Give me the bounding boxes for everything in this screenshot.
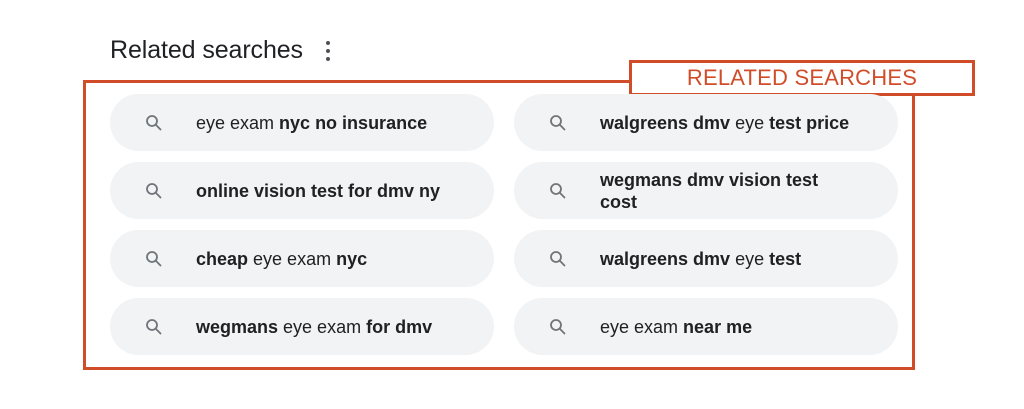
related-searches-header: Related searches (110, 36, 331, 65)
related-search-text: wegmans eye exam for dmv (196, 316, 433, 337)
search-icon (549, 318, 567, 336)
related-search-chip[interactable]: online vision test for dmv ny (110, 162, 494, 219)
related-search-text: walgreens dmv eye test price (600, 112, 850, 133)
related-search-text: walgreens dmv eye test (600, 248, 802, 269)
related-search-text: eye exam near me (600, 316, 753, 337)
search-icon (145, 114, 163, 132)
search-icon (145, 182, 163, 200)
search-icon (549, 250, 567, 268)
related-search-chip[interactable]: walgreens dmv eye test price (514, 94, 898, 151)
section-title: Related searches (110, 36, 303, 64)
search-icon (145, 250, 163, 268)
related-search-chip[interactable]: eye exam nyc no insurance (110, 94, 494, 151)
related-search-chip[interactable]: cheap eye exam nyc (110, 230, 494, 287)
search-icon (145, 318, 163, 336)
related-search-chip[interactable]: walgreens dmv eye test (514, 230, 898, 287)
annotation-label: RELATED SEARCHES (629, 60, 975, 96)
search-icon (549, 182, 567, 200)
related-searches-page: Related searches RELATED SEARCHES eye ex… (0, 0, 1024, 409)
related-search-text: cheap eye exam nyc (196, 248, 368, 269)
more-vert-icon[interactable] (325, 40, 331, 61)
related-search-chip[interactable]: eye exam near me (514, 298, 898, 355)
related-searches-grid: eye exam nyc no insurance walgreens dmv … (110, 94, 898, 355)
related-search-text: eye exam nyc no insurance (196, 112, 428, 133)
related-search-chip[interactable]: wegmans eye exam for dmv (110, 298, 494, 355)
related-search-chip[interactable]: wegmans dmv vision test cost (514, 162, 898, 219)
search-icon (549, 114, 567, 132)
related-search-text: wegmans dmv vision test cost (600, 169, 819, 212)
related-search-text: online vision test for dmv ny (196, 180, 441, 201)
